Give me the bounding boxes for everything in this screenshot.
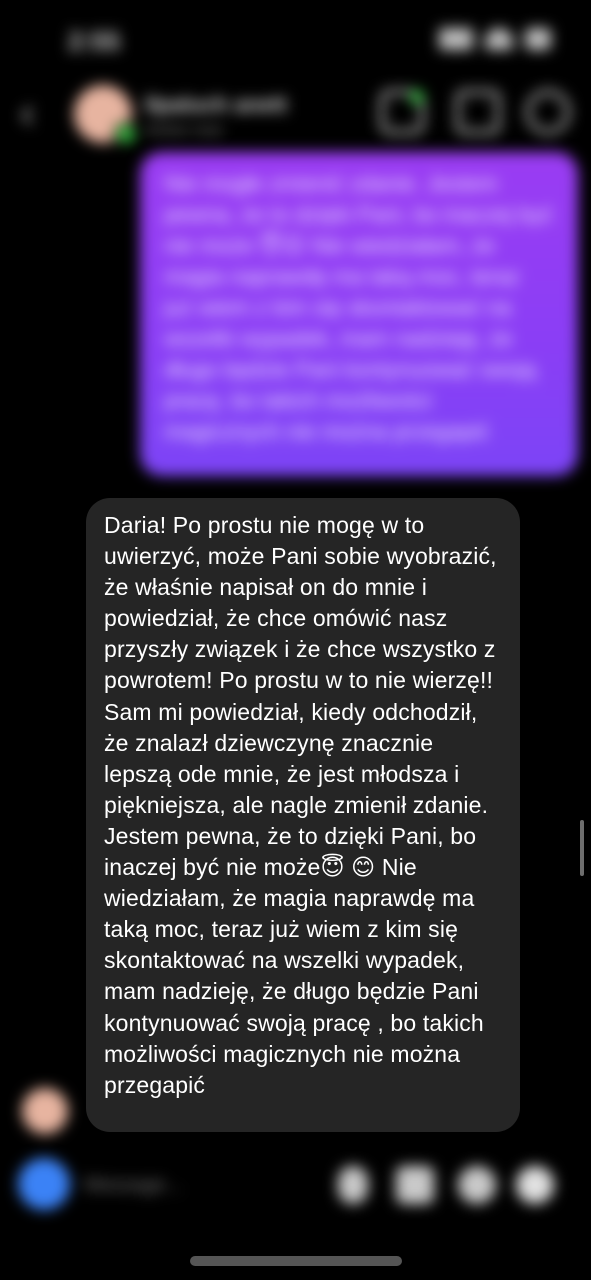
chat-header: ‹ Ilpaluch anett Active now [0, 80, 591, 150]
status-bar: 2:55 [0, 0, 591, 80]
incoming-message-text: Daria! Po prostu nie mogę w to uwierzyć,… [104, 512, 497, 1098]
online-indicator [114, 122, 138, 146]
contact-status: Active now [145, 122, 223, 139]
gallery-icon[interactable] [396, 1166, 434, 1204]
home-indicator[interactable] [190, 1256, 402, 1266]
status-icons [439, 28, 551, 50]
battery-icon [525, 28, 551, 50]
sender-avatar[interactable] [22, 1088, 68, 1134]
status-time: 2:55 [68, 26, 121, 56]
wifi-icon [485, 28, 513, 50]
microphone-icon[interactable] [338, 1166, 368, 1204]
signal-icon [439, 28, 473, 50]
camera-button[interactable] [18, 1158, 70, 1210]
outgoing-message-bubble[interactable]: Nie mogłe zmienić zdanie. Jestem pewna, … [140, 152, 578, 476]
sticker-icon[interactable] [458, 1166, 496, 1204]
chat-icon[interactable] [456, 90, 500, 134]
contact-name[interactable]: Ilpaluch anett [145, 92, 287, 118]
back-button[interactable]: ‹ [20, 91, 54, 135]
message-composer [18, 1156, 578, 1214]
plus-icon[interactable] [516, 1166, 554, 1204]
more-icon[interactable] [526, 90, 570, 134]
outgoing-message-text: Nie mogłe zmienić zdanie. Jestem pewna, … [164, 171, 553, 444]
call-badge [410, 90, 424, 104]
incoming-message-bubble[interactable]: Daria! Po prostu nie mogę w to uwierzyć,… [86, 498, 520, 1132]
scrollbar[interactable] [580, 820, 584, 876]
message-input[interactable] [82, 1166, 286, 1204]
